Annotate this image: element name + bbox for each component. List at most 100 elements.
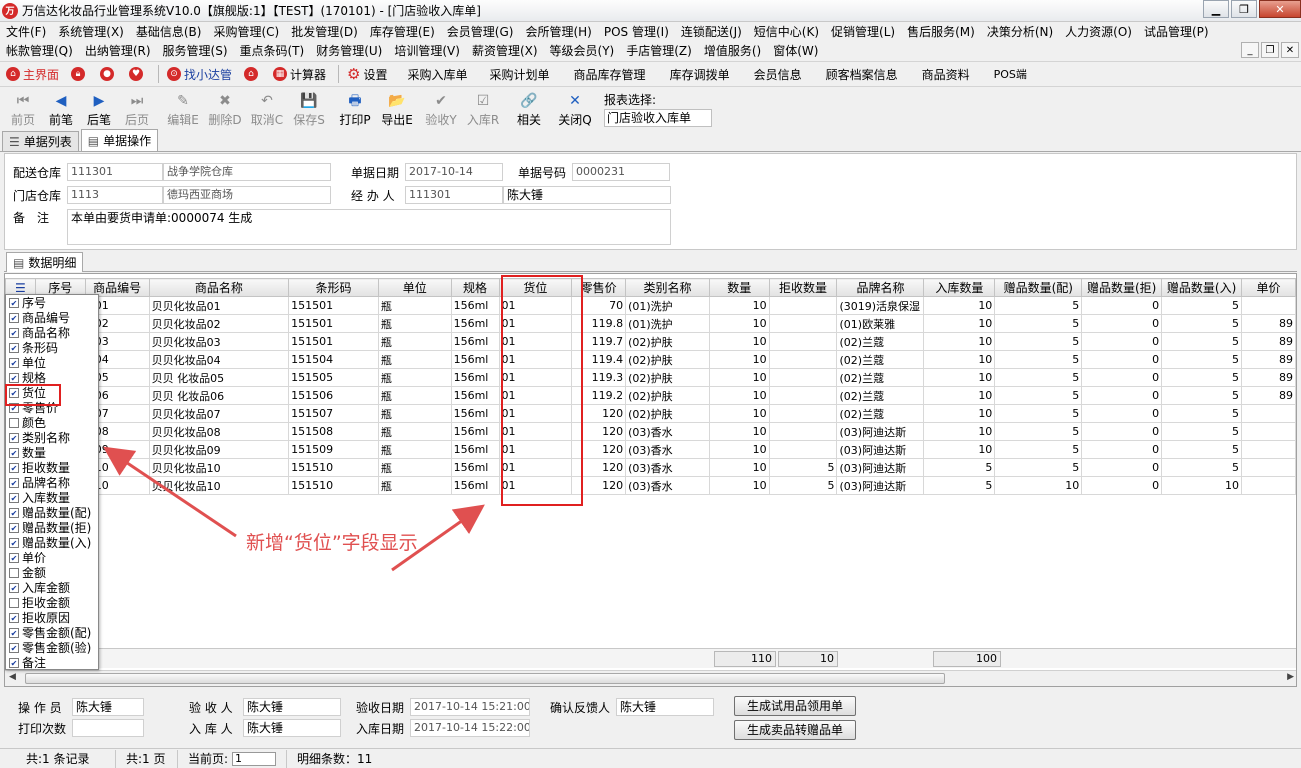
table-cell[interactable]: (02)护肤 [625, 332, 710, 351]
table-cell[interactable] [768, 386, 838, 405]
column-option[interactable]: ✔ 备注 [6, 655, 98, 670]
table-cell[interactable]: (03)阿迪达斯 [836, 422, 925, 441]
column-option[interactable]: ✔ 序号 [6, 295, 98, 310]
table-cell[interactable]: (3019)活泉保湿 [836, 296, 925, 315]
table-cell[interactable]: 瓶 [377, 458, 452, 477]
column-header[interactable]: 拒收数量 [768, 278, 838, 297]
quick-link[interactable]: 商品资料 [922, 66, 970, 83]
table-cell[interactable]: 151501 [288, 296, 379, 315]
table-cell[interactable]: (02)兰蔻 [836, 368, 925, 387]
menu-item[interactable]: 会员管理(G) [441, 23, 520, 40]
menu-item[interactable]: 促销管理(L) [825, 23, 901, 40]
date-field[interactable]: 2017-10-14 [405, 163, 503, 181]
stocker-field[interactable]: 陈大锤 [243, 719, 341, 737]
next-record-button[interactable]: ▶ 后笔 [80, 91, 118, 128]
mdi-close-button[interactable]: ✕ [1281, 42, 1299, 58]
table-cell[interactable]: 5 [1161, 314, 1243, 333]
table-cell[interactable]: 151501 [288, 332, 379, 351]
menu-item[interactable]: 人力资源(O) [1059, 23, 1138, 40]
table-cell[interactable]: 10 [708, 476, 770, 495]
checked-checkbox-icon[interactable]: ✔ [9, 627, 19, 638]
column-header[interactable]: 品牌名称 [836, 278, 925, 297]
column-option[interactable]: ✔ 零售金额(验) [6, 640, 98, 655]
table-cell[interactable] [1241, 404, 1296, 423]
table-cell[interactable]: 0 [1081, 386, 1163, 405]
menu-item[interactable]: 会所管理(H) [519, 23, 597, 40]
table-cell[interactable]: 156ml [450, 368, 500, 387]
menu-item[interactable]: 窗体(W) [767, 42, 824, 59]
table-cell[interactable]: 10 [708, 458, 770, 477]
handler-name[interactable]: 陈大锤 [503, 186, 671, 204]
delivery-warehouse-name[interactable]: 战争学院仓库 [163, 163, 331, 181]
column-option[interactable]: ✔ 商品名称 [6, 325, 98, 340]
table-cell[interactable]: 10 [923, 386, 996, 405]
tab-document-list[interactable]: ☰ 单据列表 [2, 131, 79, 151]
menu-item[interactable]: 批发管理(D) [285, 23, 364, 40]
table-cell[interactable]: 5 [994, 296, 1083, 315]
table-cell[interactable]: 5 [768, 458, 838, 477]
menu-item[interactable]: 帐款管理(Q) [0, 42, 79, 59]
find-button[interactable]: ⊙ 找小达管 [167, 66, 232, 83]
quick-link[interactable]: 采购计划单 [490, 66, 550, 83]
checked-checkbox-icon[interactable]: ✔ [9, 447, 19, 458]
unchecked-checkbox-icon[interactable] [9, 567, 19, 578]
table-cell[interactable]: 5 [1161, 386, 1243, 405]
store-warehouse-name[interactable]: 德玛西亚商场 [163, 186, 331, 204]
table-cell[interactable]: 151508 [288, 422, 379, 441]
column-option[interactable]: ✔ 单价 [6, 550, 98, 565]
remark-field[interactable]: 本单由要货申请单:0000074 生成 [67, 209, 671, 245]
maximize-button[interactable]: ❐ [1231, 0, 1257, 18]
table-cell[interactable]: 5 [1161, 458, 1243, 477]
column-option[interactable]: ✔ 品牌名称 [6, 475, 98, 490]
table-row[interactable]: 1301贝贝化妆品01151501瓶156ml0170(01)洗护10(3019… [5, 296, 1296, 315]
table-cell[interactable]: 10 [923, 422, 996, 441]
table-cell[interactable]: 10 [994, 476, 1083, 495]
table-cell[interactable]: 10 [708, 404, 770, 423]
menu-item[interactable]: 重点条码(T) [234, 42, 311, 59]
table-cell[interactable]: 10 [923, 368, 996, 387]
column-option[interactable]: ✔ 赠品数量(配) [6, 505, 98, 520]
table-cell[interactable]: 0 [1081, 422, 1163, 441]
table-cell[interactable]: 贝贝 化妆品06 [148, 386, 290, 405]
home-button[interactable]: ⌂ 主界面 [6, 66, 59, 83]
checked-checkbox-icon[interactable]: ✔ [9, 522, 19, 533]
table-cell[interactable]: 5 [1161, 350, 1243, 369]
table-cell[interactable]: 5 [1161, 404, 1243, 423]
table-cell[interactable]: 0 [1081, 404, 1163, 423]
print-count-field[interactable] [72, 719, 144, 737]
column-option[interactable]: ✔ 入库金额 [6, 580, 98, 595]
table-cell[interactable]: (02)护肤 [625, 386, 710, 405]
table-cell[interactable]: 贝贝化妆品02 [148, 314, 290, 333]
menu-item[interactable]: 基础信息(B) [130, 23, 208, 40]
menu-item[interactable]: 短信中心(K) [748, 23, 825, 40]
column-option[interactable]: ✔ 零售金额(配) [6, 625, 98, 640]
table-cell[interactable]: 5 [1161, 296, 1243, 315]
operator-field[interactable]: 陈大锤 [72, 698, 144, 716]
table-cell[interactable]: 10 [923, 296, 996, 315]
table-cell[interactable]: 156ml [450, 350, 500, 369]
house-button[interactable]: ⌂ [244, 67, 261, 81]
table-cell[interactable]: 156ml [450, 404, 500, 423]
column-option[interactable]: ✔ 入库数量 [6, 490, 98, 505]
table-cell[interactable]: 10 [1161, 476, 1243, 495]
table-cell[interactable]: 10 [708, 314, 770, 333]
table-cell[interactable]: (02)兰蔻 [836, 350, 925, 369]
table-cell[interactable]: 瓶 [377, 404, 452, 423]
checked-checkbox-icon[interactable]: ✔ [9, 327, 19, 338]
table-cell[interactable]: 贝贝化妆品09 [148, 440, 290, 459]
menu-item[interactable]: 库存管理(E) [364, 23, 441, 40]
table-cell[interactable]: 10 [923, 404, 996, 423]
mdi-restore-button[interactable]: ❐ [1261, 42, 1279, 58]
scroll-left-icon[interactable]: ◀ [9, 672, 16, 682]
table-cell[interactable] [1241, 422, 1296, 441]
table-cell[interactable]: (02)兰蔻 [836, 404, 925, 423]
table-cell[interactable] [768, 422, 838, 441]
table-cell[interactable]: 5 [768, 476, 838, 495]
doc-number-field[interactable]: 0000231 [572, 163, 670, 181]
table-cell[interactable]: 5 [1161, 440, 1243, 459]
checked-checkbox-icon[interactable]: ✔ [9, 537, 19, 548]
table-cell[interactable]: 151501 [288, 314, 379, 333]
menu-item[interactable]: 出纳管理(R) [79, 42, 157, 59]
table-cell[interactable]: (02)护肤 [625, 350, 710, 369]
mdi-minimize-button[interactable]: _ [1241, 42, 1259, 58]
